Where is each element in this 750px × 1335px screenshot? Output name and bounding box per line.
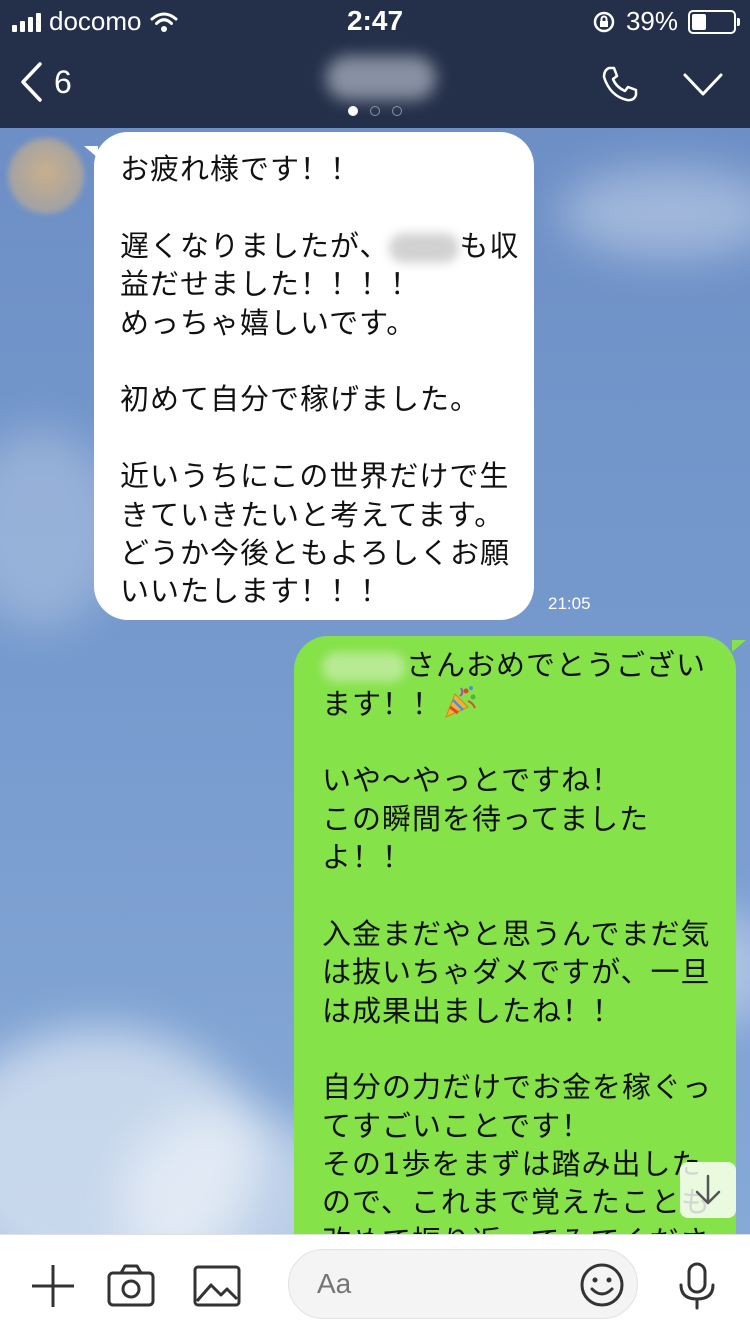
message-line: いいたします！！！ — [120, 574, 391, 609]
phone-icon[interactable] — [600, 64, 640, 104]
message-line: この瞬間を待ってました — [322, 801, 650, 836]
page-dot — [392, 106, 402, 116]
received-message[interactable]: お疲れ様です！！ 遅くなりましたが、 も収 益だせました！！！！ めっちゃ嬉しいで… — [84, 132, 534, 620]
message-timestamp: 21:05 — [548, 594, 591, 613]
sent-message[interactable]: さんおめでとうござい ます！！ いや〜やっとですね！ この瞬間を待ってました よ… — [294, 636, 746, 1234]
message-line: は抜いちゃダメですが、一旦 — [322, 955, 711, 990]
message-line: さんおめでとうござい — [322, 646, 716, 684]
status-bar: docomo 2:47 39% — [0, 0, 750, 42]
unread-count: 6 — [54, 63, 72, 100]
chat-area[interactable]: お疲れ様です！！ 遅くなりましたが、 も収 益だせました！！！！ めっちゃ嬉しいで… — [0, 128, 750, 1234]
page-dot — [348, 106, 358, 116]
page-dot — [370, 106, 380, 116]
contact-name-redacted[interactable] — [326, 56, 436, 100]
message-line: 遅くなりましたが、 も収 — [120, 228, 520, 263]
redacted-text — [389, 232, 460, 263]
back-button[interactable]: 6 — [18, 60, 72, 104]
message-line: どうか今後ともよろしくお願 — [120, 535, 511, 570]
message-line: 自分の力だけでお金を稼ぐっ — [322, 1070, 713, 1105]
message-line: 入金まだやと思うんでまだ気 — [322, 916, 711, 951]
back-chevron-icon — [21, 62, 42, 102]
message-line: めっちゃ嬉しいです。 — [120, 305, 417, 340]
message-line: は成果出ましたね！！ — [322, 993, 623, 1028]
image-icon[interactable] — [192, 1261, 242, 1311]
message-line: ので、これまで覚えたことも — [322, 1185, 711, 1220]
message-line: きていきたいと考えてます。 — [120, 497, 505, 532]
camera-icon[interactable] — [106, 1261, 156, 1311]
message-line: 益だせました！！！！ — [120, 267, 421, 302]
message-line: いや〜やっとですね！ — [322, 763, 622, 798]
message-line: 近いうちにこの世界だけで生 — [120, 459, 510, 494]
smile-icon[interactable] — [578, 1261, 626, 1309]
message-line: お疲れ様です！！ — [120, 152, 361, 186]
plus-icon[interactable] — [28, 1261, 78, 1311]
message-input-bar — [0, 1234, 750, 1335]
battery-percent: 39% — [625, 6, 678, 36]
chevron-down-icon[interactable] — [682, 70, 724, 100]
arrow-down-icon — [695, 1174, 721, 1205]
page-indicator — [0, 106, 750, 116]
redacted-text — [322, 652, 406, 682]
message-line: ます！！ — [322, 684, 716, 722]
message-line: 改めて振り返ってみてくださ — [322, 1222, 716, 1234]
battery-icon — [688, 9, 740, 34]
message-line: よ！！ — [322, 839, 413, 874]
battery-info: 39% — [592, 6, 740, 37]
avatar[interactable] — [8, 138, 84, 214]
rotation-lock-icon — [593, 11, 615, 32]
party-popper-icon — [445, 686, 476, 719]
message-line: その1歩をまずは踏み出した — [322, 1147, 702, 1182]
microphone-icon[interactable] — [672, 1261, 722, 1311]
message-line: てすごいことです！ — [322, 1108, 592, 1143]
chat-header: 6 — [0, 42, 750, 128]
message-line: 初めて自分で稼げました。 — [120, 382, 481, 417]
scroll-to-bottom-button[interactable] — [680, 1162, 736, 1218]
